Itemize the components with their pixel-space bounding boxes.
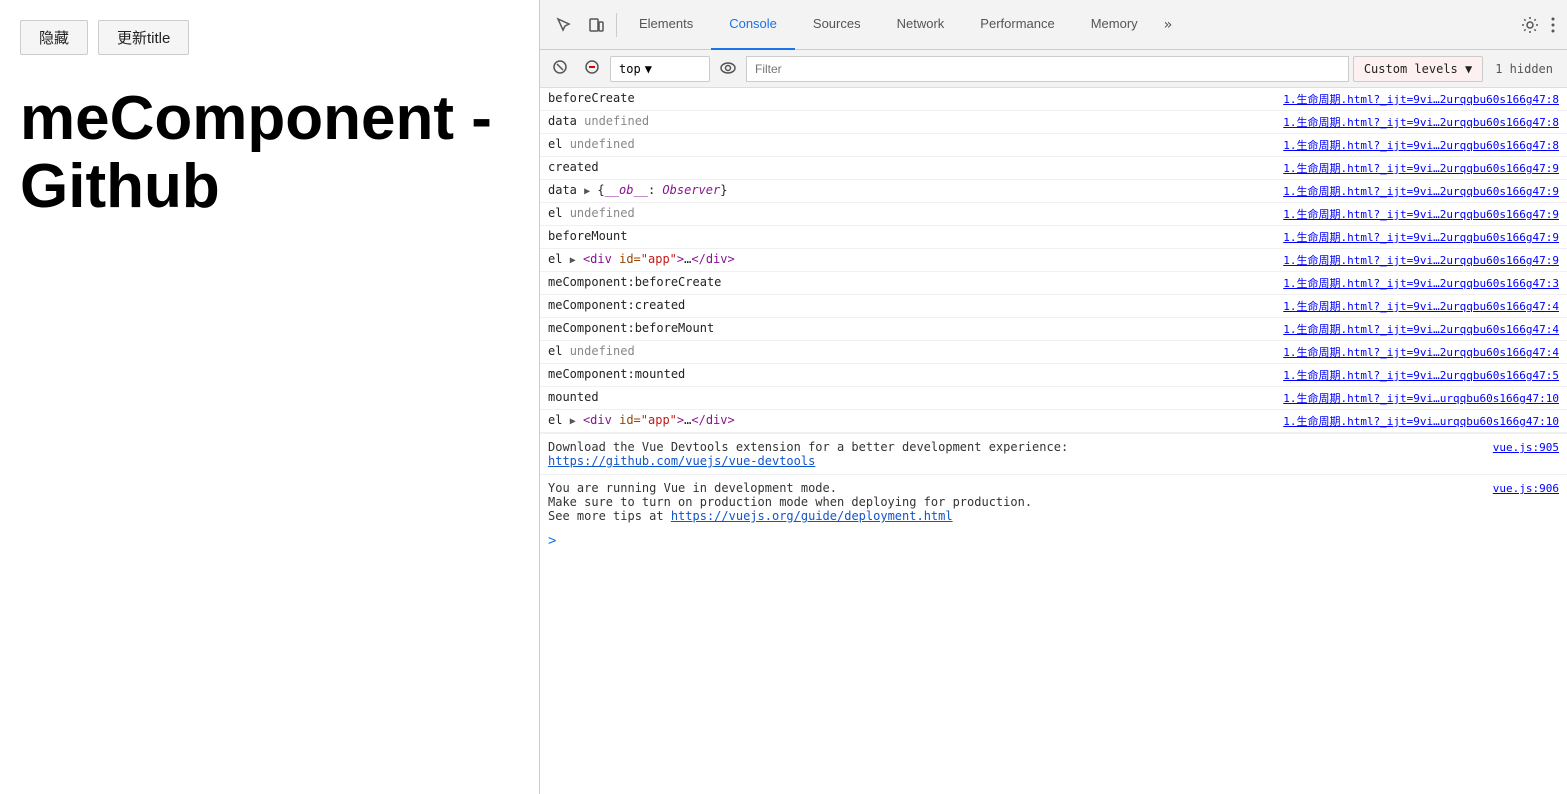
tab-memory[interactable]: Memory — [1073, 0, 1156, 50]
vue-devtools-source[interactable]: vue.js:905 — [1493, 441, 1559, 454]
log-source-link[interactable]: 1.生命周期.html?_ijt=9vi…2urqqbu60s166g47:5 — [1227, 366, 1567, 384]
vue-devtools-msg: Download the Vue Devtools extension for … — [548, 440, 1068, 454]
log-message: created — [540, 159, 1227, 175]
table-row: meComponent:mounted1.生命周期.html?_ijt=9vi…… — [540, 364, 1567, 387]
log-message: el undefined — [540, 205, 1227, 221]
log-message: beforeCreate — [540, 90, 1227, 106]
table-row: data undefined1.生命周期.html?_ijt=9vi…2urqq… — [540, 111, 1567, 134]
custom-levels-label: Custom levels ▼ — [1364, 62, 1472, 76]
context-dropdown-icon: ▼ — [645, 62, 652, 76]
update-title-button[interactable]: 更新title — [98, 20, 189, 55]
custom-levels-dropdown[interactable]: Custom levels ▼ — [1353, 56, 1483, 82]
table-row: beforeMount1.生命周期.html?_ijt=9vi…2urqqbu6… — [540, 226, 1567, 249]
table-row: created1.生命周期.html?_ijt=9vi…2urqqbu60s16… — [540, 157, 1567, 180]
log-message: el undefined — [540, 343, 1227, 359]
log-message: meComponent:beforeMount — [540, 320, 1227, 336]
tab-performance[interactable]: Performance — [962, 0, 1072, 50]
console-toolbar: top ▼ Custom levels ▼ 1 hidden — [540, 50, 1567, 88]
log-source-link[interactable]: 1.生命周期.html?_ijt=9vi…2urqqbu60s166g47:9 — [1227, 159, 1567, 177]
table-row: el ▶ <div id="app">…</div>1.生命周期.html?_i… — [540, 249, 1567, 272]
vue-mode-link[interactable]: https://vuejs.org/guide/deployment.html — [671, 509, 953, 523]
table-row: el undefined1.生命周期.html?_ijt=9vi…2urqqbu… — [540, 341, 1567, 364]
page-title: meComponent - Github — [20, 85, 519, 221]
table-row: el ▶ <div id="app">…</div>1.生命周期.html?_i… — [540, 410, 1567, 433]
select-element-icon[interactable] — [548, 13, 580, 37]
log-source-link[interactable]: 1.生命周期.html?_ijt=9vi…2urqqbu60s166g47:8 — [1227, 136, 1567, 154]
eye-icon[interactable] — [714, 59, 742, 79]
devtools-panel: Elements Console Sources Network Perform… — [540, 0, 1567, 794]
log-source-link[interactable]: 1.生命周期.html?_ijt=9vi…2urqqbu60s166g47:9 — [1227, 228, 1567, 246]
vue-devtools-info: Download the Vue Devtools extension for … — [540, 433, 1567, 474]
tab-sources[interactable]: Sources — [795, 0, 879, 50]
log-source-link[interactable]: 1.生命周期.html?_ijt=9vi…urqqbu60s166g47:10 — [1227, 412, 1567, 430]
more-tabs-button[interactable]: » — [1156, 13, 1180, 37]
clear-console-button[interactable] — [546, 57, 574, 80]
log-message: mounted — [540, 389, 1227, 405]
stop-recording-button[interactable] — [578, 57, 606, 80]
tab-separator — [616, 13, 617, 37]
tab-console[interactable]: Console — [711, 0, 795, 50]
context-selector[interactable]: top ▼ — [610, 56, 710, 82]
prompt-symbol: > — [548, 533, 556, 549]
device-toolbar-icon[interactable] — [580, 13, 612, 37]
table-row: el undefined1.生命周期.html?_ijt=9vi…2urqqbu… — [540, 134, 1567, 157]
log-source-link[interactable]: 1.生命周期.html?_ijt=9vi…2urqqbu60s166g47:3 — [1227, 274, 1567, 292]
vue-mode-msg1: You are running Vue in development mode. — [548, 481, 837, 495]
table-row: meComponent:created1.生命周期.html?_ijt=9vi…… — [540, 295, 1567, 318]
devtools-more-options-icon[interactable] — [1547, 13, 1559, 37]
log-source-link[interactable]: 1.生命周期.html?_ijt=9vi…urqqbu60s166g47:10 — [1227, 389, 1567, 407]
log-message: data ▶ {__ob__: Observer} — [540, 182, 1227, 198]
table-row: meComponent:beforeCreate1.生命周期.html?_ijt… — [540, 272, 1567, 295]
log-message: meComponent:mounted — [540, 366, 1227, 382]
context-value: top — [619, 62, 641, 76]
log-message: meComponent:created — [540, 297, 1227, 313]
log-rows: beforeCreate1.生命周期.html?_ijt=9vi…2urqqbu… — [540, 88, 1567, 433]
vue-mode-info: You are running Vue in development mode.… — [540, 474, 1567, 529]
tab-elements[interactable]: Elements — [621, 0, 711, 50]
log-message: beforeMount — [540, 228, 1227, 244]
vue-mode-msg2: Make sure to turn on production mode whe… — [548, 495, 1032, 509]
table-row: data ▶ {__ob__: Observer}1.生命周期.html?_ij… — [540, 180, 1567, 203]
log-source-link[interactable]: 1.生命周期.html?_ijt=9vi…2urqqbu60s166g47:9 — [1227, 182, 1567, 200]
log-source-link[interactable]: 1.生命周期.html?_ijt=9vi…2urqqbu60s166g47:8 — [1227, 90, 1567, 108]
log-source-link[interactable]: 1.生命周期.html?_ijt=9vi…2urqqbu60s166g47:8 — [1227, 113, 1567, 131]
console-filter-input[interactable] — [746, 56, 1349, 82]
devtools-tabs-bar: Elements Console Sources Network Perform… — [540, 0, 1567, 50]
log-source-link[interactable]: 1.生命周期.html?_ijt=9vi…2urqqbu60s166g47:9 — [1227, 251, 1567, 269]
table-row: el undefined1.生命周期.html?_ijt=9vi…2urqqbu… — [540, 203, 1567, 226]
table-row: meComponent:beforeMount1.生命周期.html?_ijt=… — [540, 318, 1567, 341]
table-row: mounted1.生命周期.html?_ijt=9vi…urqqbu60s166… — [540, 387, 1567, 410]
log-source-link[interactable]: 1.生命周期.html?_ijt=9vi…2urqqbu60s166g47:4 — [1227, 320, 1567, 338]
console-log-area[interactable]: beforeCreate1.生命周期.html?_ijt=9vi…2urqqbu… — [540, 88, 1567, 794]
log-message: data undefined — [540, 113, 1227, 129]
log-source-link[interactable]: 1.生命周期.html?_ijt=9vi…2urqqbu60s166g47:9 — [1227, 205, 1567, 223]
button-row: 隐藏 更新title — [20, 20, 519, 55]
console-prompt: > — [540, 529, 1567, 553]
vue-mode-msg3: See more tips at — [548, 509, 664, 523]
log-message: el ▶ <div id="app">…</div> — [540, 251, 1227, 267]
tab-network[interactable]: Network — [879, 0, 963, 50]
hidden-count: 1 hidden — [1487, 60, 1561, 78]
log-source-link[interactable]: 1.生命周期.html?_ijt=9vi…2urqqbu60s166g47:4 — [1227, 343, 1567, 361]
table-row: beforeCreate1.生命周期.html?_ijt=9vi…2urqqbu… — [540, 88, 1567, 111]
log-message: el ▶ <div id="app">…</div> — [540, 412, 1227, 428]
devtools-settings-icon[interactable] — [1513, 12, 1547, 38]
hide-button[interactable]: 隐藏 — [20, 20, 88, 55]
log-message: meComponent:beforeCreate — [540, 274, 1227, 290]
vue-devtools-link[interactable]: https://github.com/vuejs/vue-devtools — [548, 454, 815, 468]
left-panel: 隐藏 更新title meComponent - Github — [0, 0, 540, 794]
vue-mode-source[interactable]: vue.js:906 — [1493, 482, 1559, 495]
log-source-link[interactable]: 1.生命周期.html?_ijt=9vi…2urqqbu60s166g47:4 — [1227, 297, 1567, 315]
log-message: el undefined — [540, 136, 1227, 152]
